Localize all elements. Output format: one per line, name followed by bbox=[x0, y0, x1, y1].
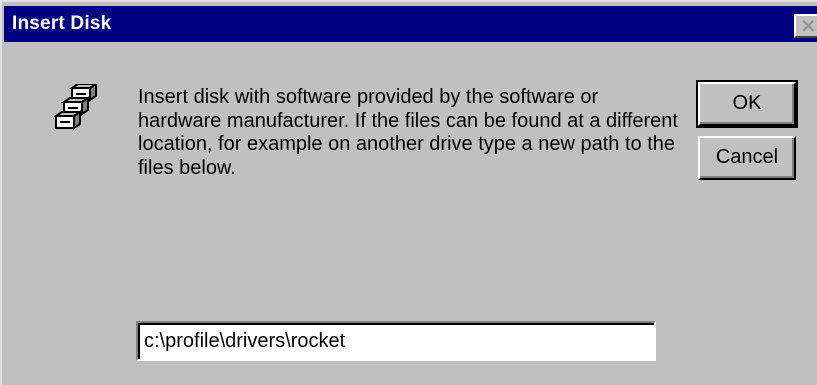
title-bar[interactable]: Insert Disk ✕ bbox=[4, 6, 817, 42]
path-input-value: c:\profile\drivers\rocket bbox=[144, 330, 346, 352]
ok-button[interactable]: OK bbox=[696, 80, 798, 128]
insert-disk-dialog: Insert Disk ✕ Insert disk with software … bbox=[0, 0, 817, 385]
close-icon: ✕ bbox=[800, 14, 817, 38]
cancel-button[interactable]: Cancel bbox=[698, 136, 796, 180]
close-button[interactable]: ✕ bbox=[794, 14, 817, 38]
disk-drives-icon bbox=[52, 82, 100, 134]
dialog-title: Insert Disk bbox=[12, 13, 112, 34]
instruction-message: Insert disk with software provided by th… bbox=[138, 86, 678, 179]
path-input[interactable]: c:\profile\drivers\rocket bbox=[136, 321, 656, 361]
